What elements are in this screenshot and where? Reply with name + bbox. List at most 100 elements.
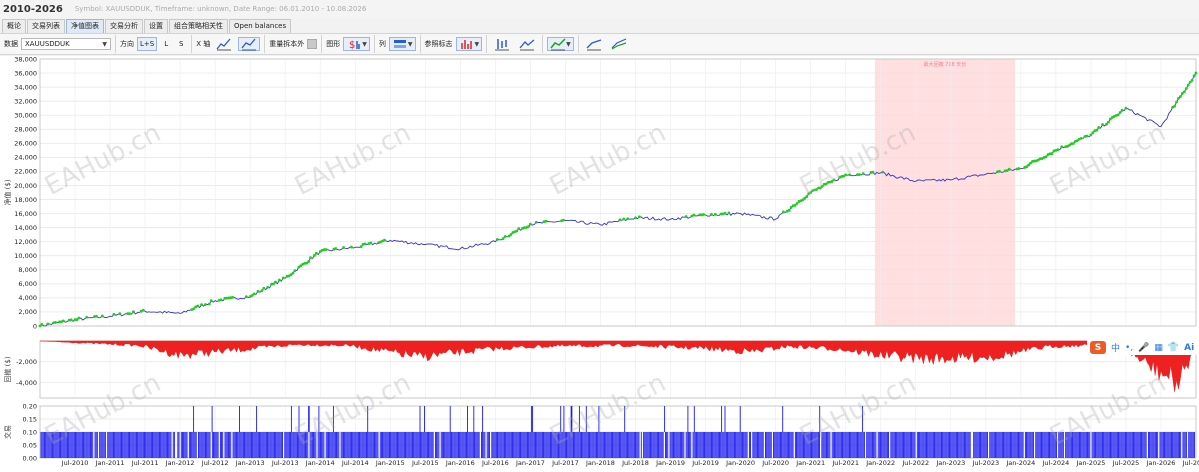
direction-short-button[interactable]: S [175, 37, 187, 51]
new-equity-high-marker [61, 319, 65, 323]
new-equity-high-marker [196, 304, 200, 308]
compare-view-button[interactable] [583, 37, 605, 51]
window-subtitle: Symbol: XAUUSDDUK, Timeframe: unknown, D… [74, 5, 367, 13]
new-equity-high-marker [359, 245, 363, 249]
direction-both-button[interactable]: L+S [137, 37, 158, 51]
microphone-icon[interactable]: 🎤 [1138, 343, 1149, 353]
xtick-label: Jul-2021 [831, 459, 859, 467]
xtick-label: Jan-2017 [515, 459, 545, 467]
new-equity-high-marker [209, 299, 213, 303]
new-equity-high-marker [1182, 90, 1186, 94]
equity-ytick-label: 10,000 [14, 252, 37, 260]
new-equity-high-marker [684, 215, 688, 218]
xtick-label: Jan-2025 [1075, 459, 1105, 467]
svg-text:$: $ [349, 40, 355, 51]
tab-portfolio-correlation[interactable]: 组合策略相关性 [169, 19, 228, 33]
trend-view-button[interactable] [516, 37, 538, 51]
new-equity-high-marker [782, 210, 785, 214]
new-equity-high-marker [95, 314, 98, 318]
equity-ytick-label: 26,000 [14, 140, 37, 148]
new-equity-high-marker [1107, 120, 1110, 124]
new-equity-high-marker [622, 217, 626, 221]
xaxis-time-button[interactable] [238, 37, 261, 51]
new-equity-high-marker [692, 213, 696, 217]
xaxis-trades-button[interactable] [213, 37, 235, 51]
tab-equity-chart[interactable]: 净值图表 [66, 19, 104, 33]
new-equity-high-marker [509, 233, 513, 236]
new-equity-high-marker [256, 289, 260, 293]
ime-toolbar[interactable]: S 中 •, 🎤 ▦ 👕 Ai [1087, 340, 1198, 355]
new-equity-high-marker [118, 312, 122, 316]
ai-assistant-icon[interactable]: Ai [1184, 343, 1194, 353]
new-equity-high-marker [1085, 134, 1089, 138]
new-equity-high-marker [260, 289, 264, 293]
xaxis-label: X 轴 [196, 40, 211, 48]
benchmark-dropdown[interactable]: ▼ [455, 37, 483, 51]
equity-ytick-label: 30,000 [14, 112, 37, 120]
equity-ytick-label: 36,000 [14, 69, 37, 77]
equity-ytick-label: 0 [33, 322, 37, 330]
trades-ytick-label: 0.00 [23, 454, 37, 462]
new-equity-high-marker [848, 173, 851, 177]
direction-long-button[interactable]: L [160, 37, 172, 51]
xtick-label: Jul-2022 [901, 459, 929, 467]
xtick-label: Jan-2012 [165, 459, 195, 467]
xtick-label: Jul-2012 [201, 459, 229, 467]
tab-open-balances[interactable]: Open balances [229, 19, 292, 33]
new-equity-high-marker [132, 310, 135, 314]
exclude-toggle[interactable] [307, 39, 318, 49]
xtick-label: Jan-2023 [935, 459, 965, 467]
punctuation-icon[interactable]: •, [1125, 343, 1133, 353]
new-equity-high-marker [1173, 104, 1176, 108]
new-equity-high-marker [1089, 133, 1093, 137]
multi-line-view-button[interactable] [608, 37, 630, 51]
equity-ytick-label: 34,000 [14, 83, 37, 91]
graph-type-dropdown[interactable]: $ ▼ [343, 37, 370, 51]
tab-overview[interactable]: 概论 [2, 19, 26, 33]
view-group-2: ▼ [543, 35, 579, 53]
equity-ytick-label: 22,000 [14, 168, 37, 176]
new-equity-high-marker [544, 219, 548, 223]
tab-trade-analysis[interactable]: 交易分析 [105, 19, 143, 33]
drawdown-ytick-label: -4,000 [16, 379, 37, 387]
xtick-label: Jul-2011 [131, 459, 159, 467]
candles-view-button[interactable] [491, 37, 513, 51]
drawdown-area [39, 340, 1197, 392]
new-equity-high-marker [534, 220, 538, 224]
max-drawdown-region-label: 最大回撤 718 天长 [924, 61, 967, 68]
xaxis-group: X 轴 [192, 35, 266, 53]
symbol-select[interactable]: XAUUSDDUK ▼ [21, 38, 111, 50]
equity-style-dropdown[interactable]: ▼ [547, 37, 574, 51]
new-equity-high-marker [1194, 71, 1198, 75]
equity-chart: 最大回撤 718 天长 0 2,000 4,000 6,000 8,000 10,000 1… [3, 56, 1199, 467]
keyboard-icon[interactable]: ▦ [1154, 343, 1163, 353]
view-group-1 [487, 35, 544, 53]
trades-ytick-label: 0.20 [23, 402, 37, 410]
new-equity-high-marker [517, 227, 521, 230]
new-equity-high-marker [1101, 123, 1104, 126]
new-equity-high-marker [85, 315, 89, 319]
equity-ytick-label: 16,000 [14, 210, 37, 218]
new-equity-high-marker [529, 222, 532, 226]
chinese-mode-icon[interactable]: 中 [1111, 341, 1120, 354]
tab-trade-list[interactable]: 交易列表 [27, 19, 65, 33]
equity-ytick-label: 24,000 [14, 154, 37, 162]
equity-chart-area: 最大回撤 718 天长 0 2,000 4,000 6,000 8,000 10,000 1… [0, 56, 1199, 472]
xtick-label: Jan-2024 [1005, 459, 1035, 467]
new-equity-high-marker [787, 208, 791, 212]
new-equity-high-marker [618, 218, 622, 222]
skin-icon[interactable]: 👕 [1168, 343, 1179, 353]
new-equity-high-marker [77, 316, 81, 320]
tab-settings[interactable]: 设置 [144, 19, 168, 33]
xtick-label: Jul-2017 [551, 459, 579, 467]
new-equity-high-marker [793, 204, 797, 207]
new-equity-high-marker [200, 303, 203, 307]
equity-ytick-label: 28,000 [14, 126, 37, 134]
exclude-group: 重量拆本外 [265, 35, 323, 53]
column-dropdown[interactable]: ▼ [388, 37, 416, 51]
equity-ytick-label: 20,000 [14, 182, 37, 190]
exclude-label: 重量拆本外 [269, 40, 305, 48]
xtick-label: Jul-2018 [621, 459, 649, 467]
equity-ytick-label: 2,000 [18, 308, 37, 316]
new-equity-high-marker [204, 303, 207, 306]
